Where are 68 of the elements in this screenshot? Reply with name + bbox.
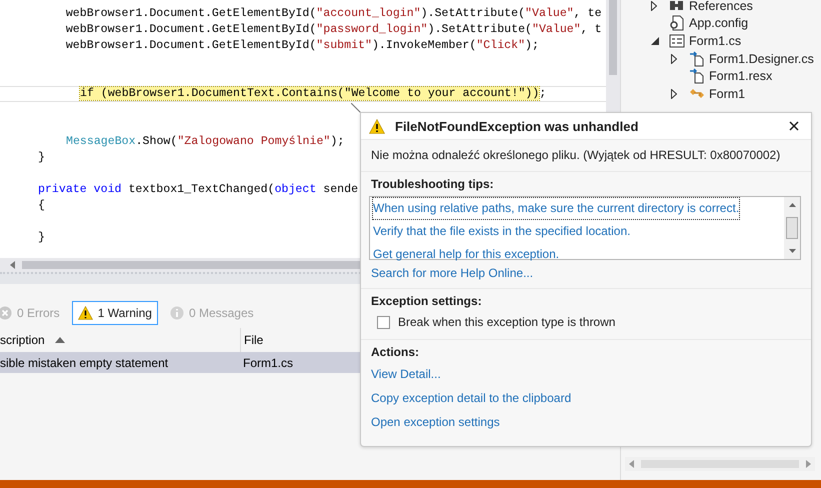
code-token: "submit" — [316, 39, 372, 52]
column-header[interactable]: File — [244, 333, 264, 347]
table-cell-text: sible mistaken empty statement — [0, 356, 170, 370]
vertical-scrollbar[interactable] — [784, 197, 800, 259]
code-token: "Value" — [532, 23, 581, 36]
action-link[interactable]: Open exception settings — [371, 410, 801, 434]
code-token: ; — [539, 87, 546, 100]
code-token: , t — [580, 23, 602, 36]
filter-button[interactable]: 1 Warning — [72, 301, 158, 325]
dependent-file-icon — [689, 68, 705, 84]
dependent-file-icon — [689, 50, 705, 67]
code-token: } — [38, 231, 45, 244]
code-token: } — [38, 151, 45, 164]
code-token: void — [92, 183, 122, 196]
code-token: textbox1_TextChanged( — [127, 183, 275, 196]
code-token: "account_login" — [316, 7, 421, 20]
close-icon[interactable] — [789, 121, 799, 131]
code-token: "Zalogowano Pomyślnie" — [177, 135, 330, 148]
tree-item[interactable]: Form1.resx — [709, 69, 772, 84]
code-token: webBrowser1.Document.GetElementById( — [64, 7, 316, 20]
info-icon — [170, 306, 184, 320]
code-token: { — [38, 199, 45, 212]
code-token: sende — [322, 183, 358, 196]
section-heading: Troubleshooting tips: — [371, 177, 495, 191]
code-token: "Click" — [476, 39, 526, 52]
tree-item[interactable]: Form1 — [709, 86, 746, 101]
collapse-arrow-icon[interactable] — [651, 36, 659, 45]
code-token: MessageBox — [66, 135, 136, 148]
table-cell-text: Form1.cs — [242, 356, 294, 370]
tip-link[interactable]: Verify that the file exists in the specified location. — [372, 220, 632, 243]
code-token: webBrowser1.Document.GetElementById( — [64, 39, 316, 52]
tree-item[interactable]: Form1.cs — [689, 34, 742, 48]
code-token: "Value" — [525, 7, 574, 20]
exception-message: Nie można odnaleźć określonego pliku. (Wyjątek od HRESULT: 0x80070002) — [371, 147, 782, 164]
highlighted-statement: if (webBrowser1.DocumentText.Contains("Welcome to your account!")) — [80, 87, 540, 100]
tree-item[interactable]: Form1.Designer.cs — [709, 52, 814, 66]
code-token: ).InvokeMember( — [372, 39, 476, 52]
help-online-link[interactable]: Search for more Help Online... — [371, 266, 801, 280]
tree-item[interactable]: References — [689, 0, 753, 13]
code-token: ).SetAttribute( — [420, 7, 526, 20]
code-token: ).SetAttribute( — [428, 23, 532, 36]
tree-item[interactable]: App.config — [689, 16, 748, 30]
expand-arrow-icon[interactable] — [671, 54, 677, 64]
scroll-left-icon[interactable] — [10, 261, 16, 269]
code-token: "password_login" — [316, 23, 428, 36]
code-token: webBrowser1.Document.GetElementById( — [64, 23, 316, 36]
section-heading: Exception settings: — [371, 294, 483, 308]
code-token: , te — [574, 7, 602, 20]
tip-link[interactable]: When using relative paths, make sure the current directory is correct. — [372, 197, 740, 220]
checkbox-label: Break when this exception type is thrown — [398, 315, 616, 329]
code-token: object — [274, 183, 316, 196]
scroll-down-icon[interactable] — [788, 249, 796, 253]
tip-link[interactable]: Get general help for this exception. — [372, 243, 560, 266]
action-link[interactable]: Copy exception detail to the clipboard — [371, 386, 801, 410]
column-header[interactable]: scription — [0, 333, 45, 347]
expand-arrow-icon[interactable] — [671, 88, 677, 99]
config-file-icon — [669, 15, 685, 32]
form-icon — [669, 32, 685, 49]
code-token: ); — [525, 39, 539, 52]
scroll-up-icon[interactable] — [788, 203, 796, 207]
warning-icon — [78, 306, 93, 320]
code-token: private — [38, 183, 87, 196]
expand-arrow-icon[interactable] — [651, 0, 657, 11]
break-checkbox[interactable] — [377, 316, 390, 328]
warning-icon — [369, 118, 385, 134]
popup-title: FileNotFoundException was unhandled — [395, 118, 640, 134]
code-token: .Show( — [136, 135, 178, 148]
code-token: ); — [330, 135, 344, 148]
